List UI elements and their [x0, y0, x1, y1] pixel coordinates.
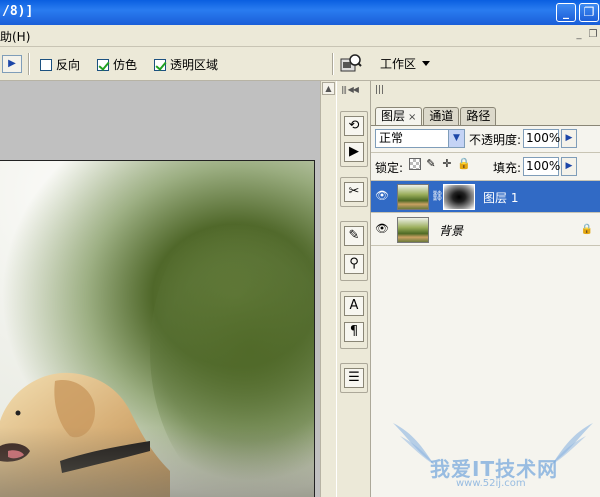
- layer-name[interactable]: 图层 1: [483, 189, 518, 206]
- history-icon[interactable]: ⟲: [344, 116, 364, 136]
- lock-all-icon[interactable]: 🔒: [457, 158, 471, 170]
- clone-source-icon[interactable]: ⚲: [344, 254, 364, 274]
- minimize-button[interactable]: _: [556, 3, 576, 22]
- layers-panel: ||| 图层 × 通道 路径 正常 ▼ 不透明度: 100% ▶ 锁定: ✎ ✛ …: [370, 81, 600, 497]
- fill-label: 填充:: [493, 161, 522, 175]
- tool-group-brushes: ✂: [340, 177, 368, 207]
- brushes-icon[interactable]: ✎: [344, 226, 364, 246]
- image-ground: [0, 427, 314, 497]
- invert-checkbox[interactable]: 反向: [40, 56, 80, 73]
- transparency-checkbox[interactable]: 透明区域: [154, 56, 218, 73]
- tool-group-info: ☰: [340, 363, 368, 393]
- tab-channels-label: 通道: [429, 109, 454, 123]
- separator: [332, 53, 334, 75]
- dither-checkbox[interactable]: 仿色: [97, 56, 137, 73]
- file-browser-icon[interactable]: [340, 53, 362, 73]
- tab-channels[interactable]: 通道: [423, 107, 460, 125]
- invert-label: 反向: [56, 58, 81, 72]
- opacity-input[interactable]: 100%: [523, 129, 560, 148]
- lock-icon: 🔒: [580, 224, 593, 235]
- layer-thumbnail[interactable]: [397, 217, 429, 243]
- tool-group-type: A ¶: [340, 291, 368, 349]
- options-arrow-button[interactable]: ▶: [2, 55, 22, 73]
- panel-tabs: 图层 × 通道 路径: [375, 107, 497, 125]
- blend-mode-select[interactable]: 正常 ▼: [375, 129, 465, 148]
- workspace-label: 工作区: [380, 57, 417, 71]
- divider: [371, 152, 600, 153]
- opacity-label: 不透明度:: [469, 133, 522, 147]
- tool-strip: ||| ◀◀ ⟲ ▶ ✂ ✎ ⚲ A ¶ ☰: [336, 81, 370, 497]
- panel-title-grip[interactable]: |||: [371, 81, 600, 101]
- restore-button[interactable]: ❐: [579, 3, 599, 22]
- document-image[interactable]: [0, 160, 315, 497]
- workspace-menu[interactable]: 工作区: [380, 55, 431, 72]
- lock-options: ✎ ✛ 🔒: [409, 158, 471, 170]
- tab-paths-label: 路径: [466, 109, 491, 123]
- lock-transparent-icon[interactable]: [409, 158, 421, 170]
- options-bar: ▶ 反向 仿色 透明区域 工作区: [0, 47, 600, 81]
- layer-row[interactable]: 👁 ⛓ 图层 1: [371, 181, 600, 213]
- layer-thumbnail[interactable]: [397, 184, 429, 210]
- panel-grip-icon[interactable]: ||| ◀◀: [341, 85, 359, 94]
- info-icon[interactable]: ☰: [344, 368, 364, 388]
- transparency-checkbox-box[interactable]: [154, 58, 166, 71]
- panel-grip-icon[interactable]: |||: [375, 85, 384, 95]
- lock-label: 锁定:: [375, 161, 404, 175]
- menu-help[interactable]: 助(H): [0, 28, 30, 45]
- tool-group-brush: ✎ ⚲: [340, 221, 368, 281]
- invert-checkbox-box[interactable]: [40, 58, 52, 71]
- dither-checkbox-box[interactable]: [97, 58, 109, 71]
- window-title: /8)]: [2, 4, 34, 19]
- canvas-area[interactable]: [0, 81, 320, 497]
- fill-slider-button[interactable]: ▶: [561, 157, 577, 176]
- chevron-down-icon[interactable]: ▼: [448, 130, 464, 147]
- tool-group-history: ⟲ ▶: [340, 111, 368, 167]
- actions-icon[interactable]: ▶: [344, 142, 364, 162]
- close-icon[interactable]: ×: [408, 112, 416, 123]
- doc-minimize-button[interactable]: _: [572, 28, 586, 42]
- tab-paths[interactable]: 路径: [460, 107, 497, 125]
- layer-name[interactable]: 背景: [439, 222, 463, 239]
- menu-bar: 助(H) _ ❐: [0, 25, 600, 47]
- visibility-eye-icon[interactable]: 👁: [373, 220, 391, 238]
- character-icon[interactable]: A: [344, 296, 364, 316]
- chevron-down-icon: [422, 61, 431, 66]
- dither-label: 仿色: [113, 58, 138, 72]
- paragraph-icon[interactable]: ¶: [344, 322, 364, 342]
- lock-image-icon[interactable]: ✎: [425, 158, 437, 170]
- scroll-up-button[interactable]: ▲: [322, 82, 335, 95]
- doc-restore-button[interactable]: ❐: [586, 28, 600, 42]
- tab-layers[interactable]: 图层 ×: [375, 107, 423, 125]
- lock-position-icon[interactable]: ✛: [441, 158, 453, 170]
- tab-layers-label: 图层: [381, 109, 406, 123]
- blend-mode-value: 正常: [379, 131, 404, 145]
- fill-input[interactable]: 100%: [523, 157, 560, 176]
- tool-presets-icon[interactable]: ✂: [344, 182, 364, 202]
- layer-mask-thumbnail[interactable]: [443, 184, 475, 210]
- layers-panel-body: 正常 ▼ 不透明度: 100% ▶ 锁定: ✎ ✛ 🔒 填充: 100% ▶ 👁…: [371, 125, 600, 497]
- mask-link-icon[interactable]: ⛓: [431, 191, 444, 202]
- visibility-eye-icon[interactable]: 👁: [373, 187, 391, 205]
- separator: [28, 53, 30, 75]
- transparency-label: 透明区域: [170, 58, 219, 72]
- opacity-slider-button[interactable]: ▶: [561, 129, 577, 148]
- layer-row[interactable]: 👁 背景 🔒: [371, 214, 600, 246]
- canvas-scrollbar[interactable]: ▲: [320, 81, 336, 497]
- title-bar: /8)] _ ❐: [0, 0, 600, 25]
